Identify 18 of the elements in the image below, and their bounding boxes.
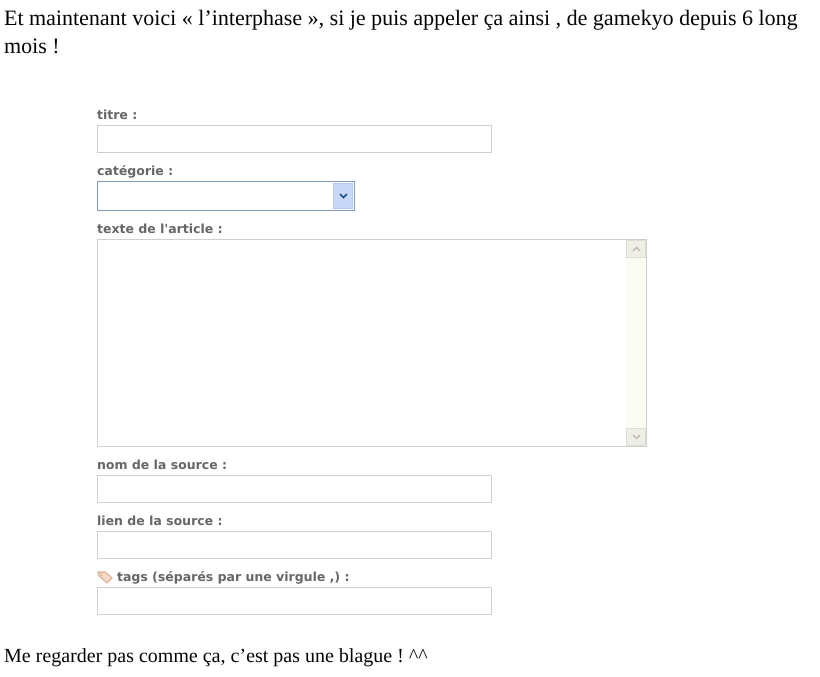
intro-paragraph: Et maintenant voici « l’interphase », si je puis appeler ça ainsi , de gamekyo depuis 6 long mois ! [3, 4, 799, 60]
chevron-down-icon [338, 193, 348, 199]
scrollbar[interactable] [626, 240, 646, 446]
scroll-down-icon[interactable] [632, 434, 640, 440]
field-label: tags (séparés par une virgule ,) : [117, 570, 350, 584]
text-field[interactable] [97, 475, 492, 503]
closing-sentence: Me regarder pas comme ça, c’est pas une blague ! ^^ [3, 644, 429, 669]
text-field[interactable] [97, 125, 492, 153]
text-field[interactable] [97, 587, 492, 615]
scroll-up-icon[interactable] [632, 246, 640, 252]
field-label: texte de l'article : [97, 222, 223, 236]
field-label: catégorie : [97, 164, 174, 178]
text-field[interactable] [97, 531, 492, 559]
category-dropdown[interactable] [97, 181, 355, 211]
article-text-area[interactable] [97, 239, 647, 447]
field-label: titre : [97, 108, 138, 122]
field-label: lien de la source : [97, 514, 222, 528]
field-label: nom de la source : [97, 458, 228, 472]
